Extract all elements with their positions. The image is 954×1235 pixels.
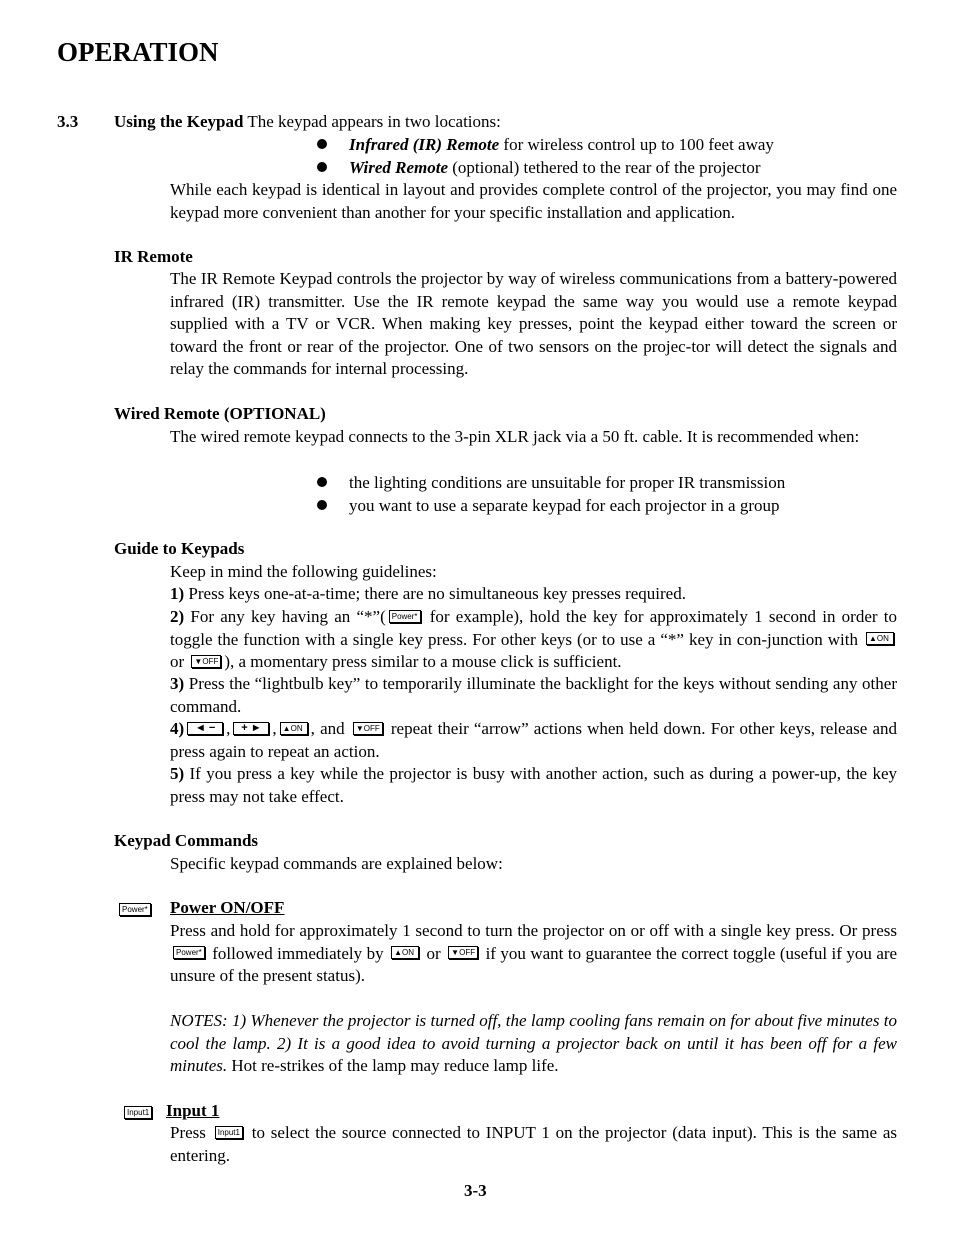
power-key-icon: Power* bbox=[173, 946, 205, 960]
bullet-bold: Wired Remote bbox=[349, 158, 448, 177]
plus-right-key-icon: + ► bbox=[233, 721, 270, 735]
section-number: 3.3 bbox=[57, 112, 79, 131]
on-key-icon: ▲ON bbox=[391, 946, 420, 960]
bullet-text: the lighting conditions are unsuitable f… bbox=[349, 473, 786, 492]
separator: , bbox=[226, 719, 231, 738]
separator: , bbox=[272, 719, 277, 738]
bullet-bold: Infrared (IR) Remote bbox=[349, 135, 500, 154]
left-minus-key-icon: ◄ − bbox=[187, 721, 224, 735]
guideline-number: 5) bbox=[170, 764, 185, 783]
input1-paragraph: Press Input1 to select the source connec… bbox=[170, 1122, 897, 1167]
guideline-text: If you press a key while the projector i… bbox=[170, 764, 897, 806]
power-heading: Power ON/OFF bbox=[170, 897, 897, 920]
section-intro: The keypad appears in two locations: bbox=[243, 112, 501, 131]
power-notes: NOTES: 1) Whenever the projector is turn… bbox=[170, 1010, 897, 1078]
input1-heading: Input 1 bbox=[166, 1100, 219, 1123]
power-key-icon: Power* bbox=[119, 903, 151, 916]
power-text: Or press bbox=[839, 921, 897, 940]
input1-heading-text: Input 1 bbox=[166, 1101, 220, 1120]
bullet-icon bbox=[317, 139, 327, 149]
bullet-text: you want to use a separate keypad for ea… bbox=[349, 496, 780, 515]
guideline-number: 3) bbox=[170, 674, 185, 693]
commands-heading: Keypad Commands bbox=[114, 831, 259, 850]
guideline-4: 4) ◄ −, + ►, ▲ON, and ▼OFF repeat their “ar… bbox=[170, 718, 897, 763]
guideline-text: , and bbox=[310, 719, 345, 738]
bullet-icon bbox=[317, 477, 327, 487]
input1-key-icon: Input1 bbox=[214, 1125, 243, 1139]
section-heading: Using the Keypad bbox=[114, 112, 244, 131]
guideline-1: 1) Press keys one-at-a-time; there are n… bbox=[170, 583, 897, 606]
section-heading-line: Using the Keypad The keypad appears in t… bbox=[114, 111, 501, 134]
guideline-text: Press keys one-at-a-time; there are no s… bbox=[184, 584, 686, 603]
guideline-number: 1) bbox=[170, 584, 185, 603]
list-item: the lighting conditions are unsuitable f… bbox=[317, 472, 785, 495]
on-key-icon: ▲ON bbox=[866, 632, 894, 646]
commands-intro: Specific keypad commands are explained b… bbox=[170, 854, 503, 873]
power-text: or bbox=[426, 943, 441, 963]
list-item: Wired Remote (optional) tethered to the … bbox=[317, 157, 760, 180]
bullet-text: for wireless control up to 100 feet away bbox=[499, 135, 774, 154]
guideline-5: 5) If you press a key while the projecto… bbox=[170, 763, 897, 808]
notes-plain: Hot re-strikes of the lamp may reduce la… bbox=[227, 1056, 559, 1075]
guideline-number: 2) bbox=[170, 607, 185, 626]
guideline-3: 3) Press the “lightbulb key” to temporar… bbox=[170, 673, 897, 718]
page-number: 3-3 bbox=[464, 1181, 487, 1200]
guide-intro: Keep in mind the following guidelines: bbox=[170, 562, 437, 581]
wired-remote-paragraph: The wired remote keypad connects to the … bbox=[170, 427, 860, 446]
list-item: Infrared (IR) Remote for wireless contro… bbox=[317, 134, 774, 157]
page-title: OPERATION bbox=[57, 37, 219, 67]
bullet-icon bbox=[317, 500, 327, 510]
off-key-icon: ▼OFF bbox=[352, 721, 383, 735]
on-key-icon: ▲ON bbox=[279, 721, 308, 735]
ir-remote-heading: IR Remote bbox=[114, 247, 193, 266]
input1-text: Press bbox=[170, 1123, 206, 1142]
guideline-number: 4) bbox=[170, 719, 185, 738]
section-paragraph: While each keypad is identical in layout… bbox=[170, 180, 897, 222]
ir-remote-paragraph: The IR Remote Keypad controls the projec… bbox=[170, 269, 897, 378]
guideline-text: For any key having an “*”( bbox=[184, 607, 386, 626]
guideline-text: or bbox=[170, 652, 185, 671]
power-text: Press and hold for approximately 1 secon… bbox=[170, 921, 835, 940]
off-key-icon: ▼OFF bbox=[191, 654, 222, 668]
input1-text: to select the source connected to INPUT … bbox=[170, 1123, 897, 1165]
wired-remote-heading: Wired Remote (OPTIONAL) bbox=[114, 404, 326, 423]
guide-heading: Guide to Keypads bbox=[114, 539, 245, 558]
guideline-text: ), a momentary press similar to a mouse … bbox=[224, 652, 622, 671]
input1-key-icon: Input1 bbox=[124, 1106, 153, 1119]
off-key-icon: ▼OFF bbox=[448, 946, 479, 960]
guideline-2: 2) For any key having an “*”(Power* for … bbox=[170, 606, 897, 674]
bullet-text: (optional) tethered to the rear of the p… bbox=[448, 158, 761, 177]
power-text: followed immediately by bbox=[212, 943, 384, 963]
guideline-text: Press the “lightbulb key” to temporarily… bbox=[170, 674, 897, 716]
power-paragraph: Press and hold for approximately 1 secon… bbox=[170, 920, 897, 988]
power-key-icon: Power* bbox=[388, 609, 421, 623]
list-item: you want to use a separate keypad for ea… bbox=[317, 495, 780, 518]
power-heading-text: Power ON/OFF bbox=[170, 898, 285, 917]
bullet-icon bbox=[317, 162, 327, 172]
